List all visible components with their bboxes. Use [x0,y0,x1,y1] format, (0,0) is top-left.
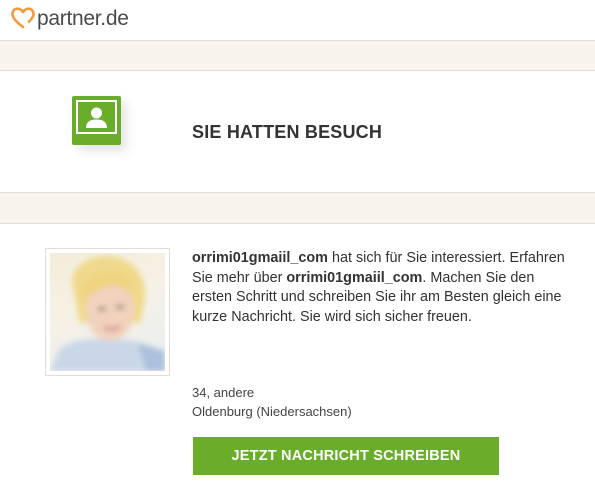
page-title: SIE HATTEN BESUCH [192,122,383,142]
user-profile-icon [72,96,121,145]
visitor-age-gender: 34, andere [192,385,255,400]
visitor-meta: 34, andere Oldenburg (Niedersachsen) [192,383,352,421]
logo-text: partner.de [37,7,129,30]
profile-photo-frame[interactable] [45,248,170,376]
header: partner.de [0,0,595,41]
hero-section: SIE HATTEN BESUCH [0,71,595,191]
visitor-username[interactable]: orrimi01gmaiil_com [192,250,328,266]
divider-band-top [0,41,595,71]
visitor-username-repeat[interactable]: orrimi01gmaiil_com [286,270,422,286]
write-message-button[interactable]: JETZT NACHRICHT SCHREIBEN [193,437,499,475]
divider-band-bottom [0,192,595,224]
heart-logo-icon [11,7,35,29]
brand-logo[interactable]: partner.de [10,4,129,32]
visitor-message: orrimi01gmaiil_com hat sich für Sie inte… [192,249,572,327]
profile-photo [50,253,165,371]
visitor-location: Oldenburg (Niedersachsen) [192,404,352,419]
